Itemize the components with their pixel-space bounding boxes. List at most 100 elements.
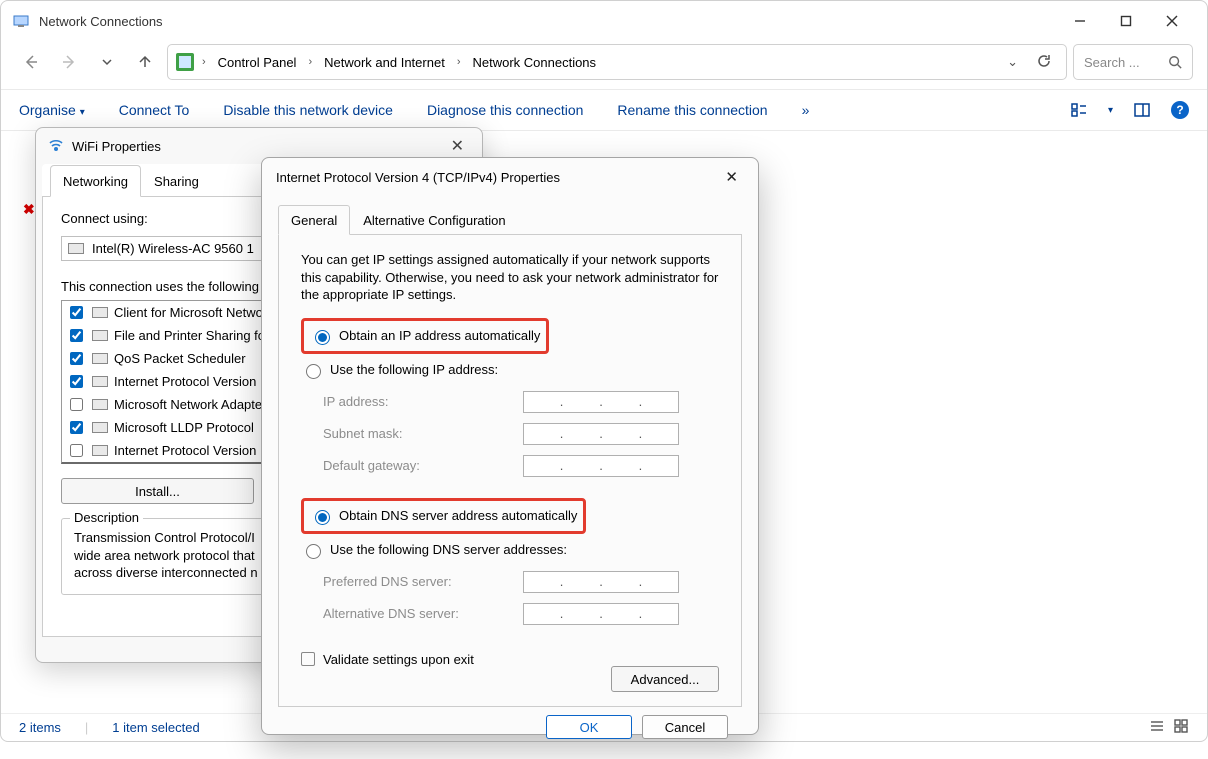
adapter-icon [68,243,84,254]
status-item-count: 2 items [19,720,61,735]
protocol-icon [92,422,108,433]
refresh-icon[interactable] [1036,53,1052,72]
radio-dns-auto-label: Obtain DNS server address automatically [339,508,577,523]
protocol-icon [92,399,108,410]
nav-up-button[interactable] [129,46,161,78]
validate-label: Validate settings upon exit [323,652,474,667]
radio-dns-manual-input[interactable] [306,544,321,559]
close-button[interactable] [1149,5,1195,37]
ipv4-dialog-title: Internet Protocol Version 4 (TCP/IPv4) P… [276,170,560,185]
nav-recent-button[interactable] [91,46,123,78]
address-row: › Control Panel › Network and Internet ›… [1,41,1207,89]
cancel-button[interactable]: Cancel [642,715,728,739]
default-gateway-label: Default gateway: [323,458,523,473]
breadcrumb-mid[interactable]: Network and Internet [320,53,449,72]
radio-dns-manual[interactable]: Use the following DNS server addresses: [301,538,719,562]
preferred-dns-field: ... [523,571,679,593]
status-selected-count: 1 item selected [112,720,199,735]
network-item-label: Microsoft LLDP Protocol [114,420,254,435]
breadcrumb-leaf[interactable]: Network Connections [468,53,600,72]
chevron-right-icon: › [198,56,210,68]
ip-address-label: IP address: [323,394,523,409]
protocol-icon [92,353,108,364]
cmd-rename[interactable]: Rename this connection [617,102,767,118]
radio-ip-manual-input[interactable] [306,364,321,379]
network-item-label: QoS Packet Scheduler [114,351,246,366]
ok-button[interactable]: OK [546,715,632,739]
app-icon [13,13,29,29]
install-button[interactable]: Install... [61,478,254,504]
protocol-icon [92,330,108,341]
maximize-button[interactable] [1103,5,1149,37]
network-item-checkbox[interactable] [70,352,83,365]
chevron-down-icon: ▾ [80,107,85,118]
ipv4-general-panel: You can get IP settings assigned automat… [278,235,742,707]
network-item-checkbox[interactable] [70,375,83,388]
radio-ip-auto-input[interactable] [315,330,330,345]
radio-ip-auto-label: Obtain an IP address automatically [339,328,540,343]
validate-settings-row[interactable]: Validate settings upon exit [301,652,719,667]
radio-ip-manual[interactable]: Use the following IP address: [301,358,719,382]
adapter-name: Intel(R) Wireless-AC 9560 1 [92,241,254,256]
default-gateway-field: ... [523,455,679,477]
radio-ip-auto[interactable]: Obtain an IP address automatically [310,324,540,348]
highlight-ip-auto: Obtain an IP address automatically [301,318,549,354]
command-bar: Organise ▾ Connect To Disable this netwo… [1,89,1207,131]
cmd-organise[interactable]: Organise ▾ [19,102,85,118]
protocol-icon [92,307,108,318]
chevron-right-icon: › [453,56,465,68]
cmd-disable-device[interactable]: Disable this network device [223,102,393,118]
subnet-mask-label: Subnet mask: [323,426,523,441]
ipv4-tabs: General Alternative Configuration [278,204,742,235]
cmd-diagnose[interactable]: Diagnose this connection [427,102,583,118]
preview-pane-icon[interactable] [1131,99,1153,121]
ipv4-properties-dialog: Internet Protocol Version 4 (TCP/IPv4) P… [261,157,759,735]
tab-sharing[interactable]: Sharing [141,165,212,197]
network-item-checkbox[interactable] [70,329,83,342]
network-item-checkbox[interactable] [70,421,83,434]
breadcrumb-root[interactable]: Control Panel [214,53,301,72]
network-item-label: Client for Microsoft Netwo [114,305,263,320]
tab-networking[interactable]: Networking [50,165,141,197]
help-icon[interactable]: ? [1171,101,1189,119]
tab-alt-config[interactable]: Alternative Configuration [350,205,518,235]
preferred-dns-label: Preferred DNS server: [323,574,523,589]
network-item-label: File and Printer Sharing fo [114,328,265,343]
alternative-dns-field: ... [523,603,679,625]
radio-dns-auto[interactable]: Obtain DNS server address automatically [310,504,577,528]
search-placeholder: Search ... [1084,55,1140,70]
address-bar[interactable]: › Control Panel › Network and Internet ›… [167,44,1067,80]
validate-checkbox[interactable] [301,652,315,666]
chevron-down-icon[interactable]: ▾ [1108,105,1113,116]
network-item-checkbox[interactable] [70,444,83,457]
wifi-close-button[interactable]: ✕ [445,134,470,158]
alternative-dns-label: Alternative DNS server: [323,606,523,621]
radio-ip-manual-label: Use the following IP address: [330,362,498,377]
subnet-mask-field: ... [523,423,679,445]
description-legend: Description [70,510,143,525]
protocol-icon [92,445,108,456]
network-item-checkbox[interactable] [70,398,83,411]
ipv4-close-button[interactable]: ✕ [719,164,744,190]
network-item-checkbox[interactable] [70,306,83,319]
nav-back-button[interactable] [15,46,47,78]
window-title: Network Connections [39,14,1057,29]
tab-general[interactable]: General [278,205,350,235]
ip-address-field: ... [523,391,679,413]
large-icons-view-icon[interactable] [1173,718,1189,737]
cmd-connect-to[interactable]: Connect To [119,102,190,118]
minimize-button[interactable] [1057,5,1103,37]
protocol-icon [92,376,108,387]
radio-dns-auto-input[interactable] [315,510,330,525]
wifi-dialog-title: WiFi Properties [72,139,161,154]
network-item-label: Internet Protocol Version [114,443,256,458]
search-box[interactable]: Search ... [1073,44,1193,80]
advanced-button[interactable]: Advanced... [611,666,719,692]
chevron-down-icon[interactable]: ⌄ [1007,54,1018,70]
ipv4-dialog-titlebar: Internet Protocol Version 4 (TCP/IPv4) P… [262,158,758,196]
nav-forward-button[interactable] [53,46,85,78]
details-view-icon[interactable] [1149,718,1165,737]
cmd-more[interactable]: » [802,102,810,118]
highlight-dns-auto: Obtain DNS server address automatically [301,498,586,534]
view-options-icon[interactable] [1068,99,1090,121]
